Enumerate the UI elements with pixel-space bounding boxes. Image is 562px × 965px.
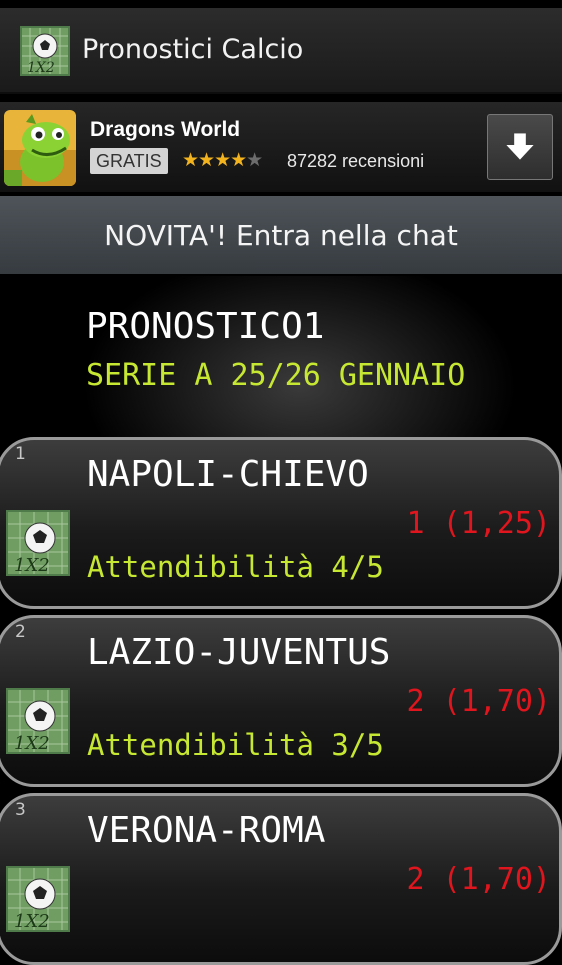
page-title: PRONOSTICO1 — [86, 306, 325, 347]
match-name: VERONA-ROMA — [87, 810, 326, 851]
prediction-odds: 2 (1,70) — [406, 862, 552, 897]
match-name: LAZIO-JUVENTUS — [87, 632, 391, 673]
svg-text:1X2: 1X2 — [14, 733, 50, 754]
prediction-card[interactable]: 3 VERONA-ROMA 2 (1,70) 1X2 — [0, 793, 562, 965]
star-icon: ★★★★ — [182, 149, 247, 171]
price-badge: GRATIS — [90, 148, 168, 174]
reliability-label: Attendibilità 4/5 — [87, 550, 384, 584]
dragon-app-icon[interactable] — [4, 110, 76, 186]
review-count: 87282 recensioni — [287, 151, 425, 171]
card-index: 3 — [15, 800, 26, 820]
status-bar — [0, 0, 562, 8]
action-bar: 1X2 Pronostici Calcio — [0, 8, 562, 94]
card-index: 1 — [15, 444, 26, 464]
download-button[interactable] — [487, 114, 553, 180]
football-1x2-icon: 1X2 — [6, 510, 70, 576]
prediction-card[interactable]: 1 NAPOLI-CHIEVO 1 (1,25) Attendibilità 4… — [0, 437, 562, 609]
app-logo-icon[interactable]: 1X2 — [20, 26, 70, 76]
star-empty-icon: ★ — [246, 149, 263, 171]
chat-button-label: NOVITA'! Entra nella chat — [104, 218, 458, 252]
svg-text:1X2: 1X2 — [27, 60, 55, 76]
svg-text:1X2: 1X2 — [14, 911, 50, 932]
ad-title: Dragons World — [90, 118, 241, 141]
app-title: Pronostici Calcio — [82, 34, 304, 65]
football-1x2-icon: 1X2 — [6, 866, 70, 932]
ad-banner[interactable]: Dragons World GRATIS ★★★★★ 87282 recensi… — [0, 102, 562, 192]
match-name: NAPOLI-CHIEVO — [87, 454, 369, 495]
rating-stars: ★★★★★ — [182, 149, 263, 171]
prediction-card[interactable]: 2 LAZIO-JUVENTUS 2 (1,70) Attendibilità … — [0, 615, 562, 787]
football-1x2-icon: 1X2 — [6, 688, 70, 754]
reliability-label: Attendibilità 3/5 — [87, 728, 384, 762]
chat-button[interactable]: NOVITA'! Entra nella chat — [0, 196, 562, 274]
svg-text:1X2: 1X2 — [14, 555, 50, 576]
page-subtitle: SERIE A 25/26 GENNAIO — [86, 358, 466, 393]
card-index: 2 — [15, 622, 26, 642]
download-arrow-icon — [506, 133, 534, 160]
prediction-odds: 1 (1,25) — [406, 506, 552, 541]
prediction-odds: 2 (1,70) — [406, 684, 552, 719]
